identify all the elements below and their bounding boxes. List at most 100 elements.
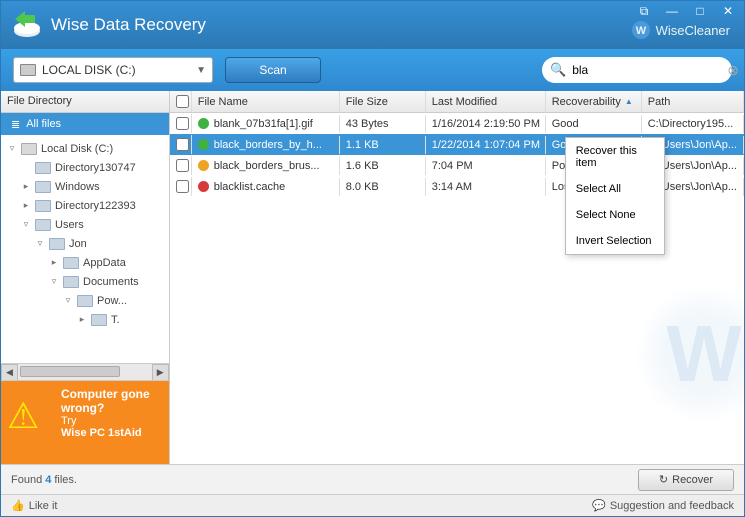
expand-icon[interactable]: ▿ bbox=[21, 219, 31, 230]
sidebar-all-files[interactable]: ≣ All files bbox=[1, 113, 169, 135]
tree-node[interactable]: ▸ Windows bbox=[1, 177, 169, 196]
promo-title: Computer gone wrong? bbox=[61, 387, 163, 415]
tree-node[interactable]: ▸AppData bbox=[1, 253, 169, 272]
context-menu-item[interactable]: Recover this item bbox=[566, 138, 664, 176]
drive-select-label: LOCAL DISK (C:) bbox=[42, 63, 136, 77]
window-popout-icon[interactable]: ⧉ bbox=[634, 4, 654, 18]
tree-node[interactable]: ▸ Directory122393 bbox=[1, 196, 169, 215]
chevron-down-icon: ▼ bbox=[196, 65, 206, 76]
drive-select[interactable]: LOCAL DISK (C:) ▼ bbox=[13, 57, 213, 83]
folder-icon bbox=[63, 276, 79, 288]
scroll-thumb[interactable] bbox=[20, 366, 120, 377]
tree-node[interactable]: ▸ T. bbox=[1, 310, 169, 329]
tree-node-label: T. bbox=[111, 314, 120, 326]
list-header: File Name File Size Last Modified Recove… bbox=[170, 91, 744, 113]
tree-node[interactable]: ▿ Pow... bbox=[1, 291, 169, 310]
window-maximize-icon[interactable]: □ bbox=[690, 4, 710, 18]
file-modified: 3:14 AM bbox=[426, 178, 546, 196]
tree-node-label: Documents bbox=[83, 276, 139, 288]
file-modified: 1/22/2014 1:07:04 PM bbox=[426, 136, 546, 154]
tree-node-label: Directory130747 bbox=[55, 162, 136, 174]
file-name: black_borders_brus... bbox=[214, 160, 320, 172]
col-recoverability[interactable]: Recoverability▲ bbox=[546, 91, 642, 112]
col-name[interactable]: File Name bbox=[192, 91, 340, 112]
thumbs-up-icon[interactable]: 👍 bbox=[11, 499, 25, 512]
col-size[interactable]: File Size bbox=[340, 91, 426, 112]
suggestion-label: Suggestion and feedback bbox=[610, 500, 734, 512]
folder-icon bbox=[35, 162, 51, 174]
warning-icon: ⚠ bbox=[7, 395, 39, 437]
search-input[interactable] bbox=[572, 63, 727, 77]
sidebar-hscrollbar[interactable]: ◀ ▶ bbox=[1, 363, 169, 380]
context-menu-item[interactable]: Select None bbox=[566, 202, 664, 228]
context-menu-item[interactable]: Select All bbox=[566, 176, 664, 202]
tree-node[interactable]: ▿Users bbox=[1, 215, 169, 234]
row-checkbox[interactable] bbox=[176, 180, 189, 193]
tree-node[interactable]: Directory130747 bbox=[1, 158, 169, 177]
svg-text:W: W bbox=[635, 25, 646, 37]
bottom-bar: 👍 Like it 💬 Suggestion and feedback bbox=[1, 494, 744, 516]
scroll-left-icon[interactable]: ◀ bbox=[1, 364, 18, 381]
file-name: blank_07b31fa[1].gif bbox=[214, 118, 313, 130]
row-checkbox[interactable] bbox=[176, 159, 189, 172]
brand-area[interactable]: W WiseCleaner bbox=[632, 21, 730, 39]
scroll-track[interactable] bbox=[18, 364, 152, 380]
expand-icon[interactable]: ▸ bbox=[77, 314, 87, 325]
col-path[interactable]: Path bbox=[642, 91, 744, 112]
tree-node[interactable]: ▿ Jon bbox=[1, 234, 169, 253]
brand-label: WiseCleaner bbox=[656, 23, 730, 38]
expand-icon[interactable]: ▿ bbox=[35, 238, 45, 249]
promo-panel[interactable]: ⚠ Computer gone wrong? Try Wise PC 1stAi… bbox=[1, 380, 169, 464]
file-path: C:\Directory195... bbox=[642, 115, 744, 133]
file-name: blacklist.cache bbox=[214, 181, 286, 193]
file-modified: 7:04 PM bbox=[426, 157, 546, 175]
window-close-icon[interactable]: ✕ bbox=[718, 4, 738, 18]
table-row[interactable]: blank_07b31fa[1].gif43 Bytes1/16/2014 2:… bbox=[170, 113, 744, 134]
folder-icon bbox=[63, 257, 79, 269]
col-modified[interactable]: Last Modified bbox=[426, 91, 546, 112]
found-post: files. bbox=[54, 474, 77, 486]
tree-node-label: Pow... bbox=[97, 295, 127, 307]
tree-node[interactable]: ▿Local Disk (C:) bbox=[1, 139, 169, 158]
tree-node-label: Directory122393 bbox=[55, 200, 136, 212]
expand-icon[interactable]: ▸ bbox=[49, 257, 59, 268]
file-size: 1.1 KB bbox=[340, 136, 426, 154]
folder-icon bbox=[35, 219, 51, 231]
status-dot-icon bbox=[198, 181, 209, 192]
context-menu-item[interactable]: Invert Selection bbox=[566, 228, 664, 254]
all-files-label: All files bbox=[26, 118, 61, 130]
col-checkbox[interactable] bbox=[170, 91, 192, 112]
expand-icon[interactable]: ▿ bbox=[63, 295, 73, 306]
chat-icon: 💬 bbox=[592, 499, 606, 512]
toolbar: LOCAL DISK (C:) ▼ Scan 🔍 ⊗ bbox=[1, 49, 744, 91]
app-logo-icon bbox=[11, 9, 43, 41]
promo-sub2: Wise PC 1stAid bbox=[61, 427, 163, 439]
status-dot-icon bbox=[198, 139, 209, 150]
scan-button[interactable]: Scan bbox=[225, 57, 321, 83]
row-checkbox[interactable] bbox=[176, 117, 189, 130]
recover-button[interactable]: ↻ Recover bbox=[638, 469, 734, 491]
search-box[interactable]: 🔍 ⊗ bbox=[542, 57, 732, 83]
tree-node-label: Windows bbox=[55, 181, 100, 193]
file-recoverability: Good bbox=[546, 115, 642, 133]
sidebar-header: File Directory bbox=[1, 91, 169, 113]
scroll-right-icon[interactable]: ▶ bbox=[152, 364, 169, 381]
tree-node[interactable]: ▿ Documents bbox=[1, 272, 169, 291]
like-it-link[interactable]: Like it bbox=[29, 500, 58, 512]
suggestion-link[interactable]: 💬 Suggestion and feedback bbox=[592, 499, 734, 512]
list-icon: ≣ bbox=[11, 118, 20, 131]
main-area: File Directory ≣ All files ▿Local Disk (… bbox=[1, 91, 744, 464]
disk-icon bbox=[21, 143, 37, 155]
clear-search-icon[interactable]: ⊗ bbox=[727, 62, 739, 79]
file-list-panel: File Name File Size Last Modified Recove… bbox=[170, 91, 744, 464]
col-rec-label: Recoverability bbox=[552, 96, 621, 108]
select-all-checkbox[interactable] bbox=[176, 95, 189, 108]
window-minimize-icon[interactable]: — bbox=[662, 4, 682, 18]
expand-icon[interactable]: ▸ bbox=[21, 200, 31, 211]
expand-icon[interactable]: ▿ bbox=[49, 276, 59, 287]
tree-node-label: Jon bbox=[69, 238, 87, 250]
expand-icon[interactable]: ▿ bbox=[7, 143, 17, 154]
expand-icon[interactable]: ▸ bbox=[21, 181, 31, 192]
row-checkbox[interactable] bbox=[176, 138, 189, 151]
context-menu: Recover this itemSelect AllSelect NoneIn… bbox=[565, 137, 665, 255]
